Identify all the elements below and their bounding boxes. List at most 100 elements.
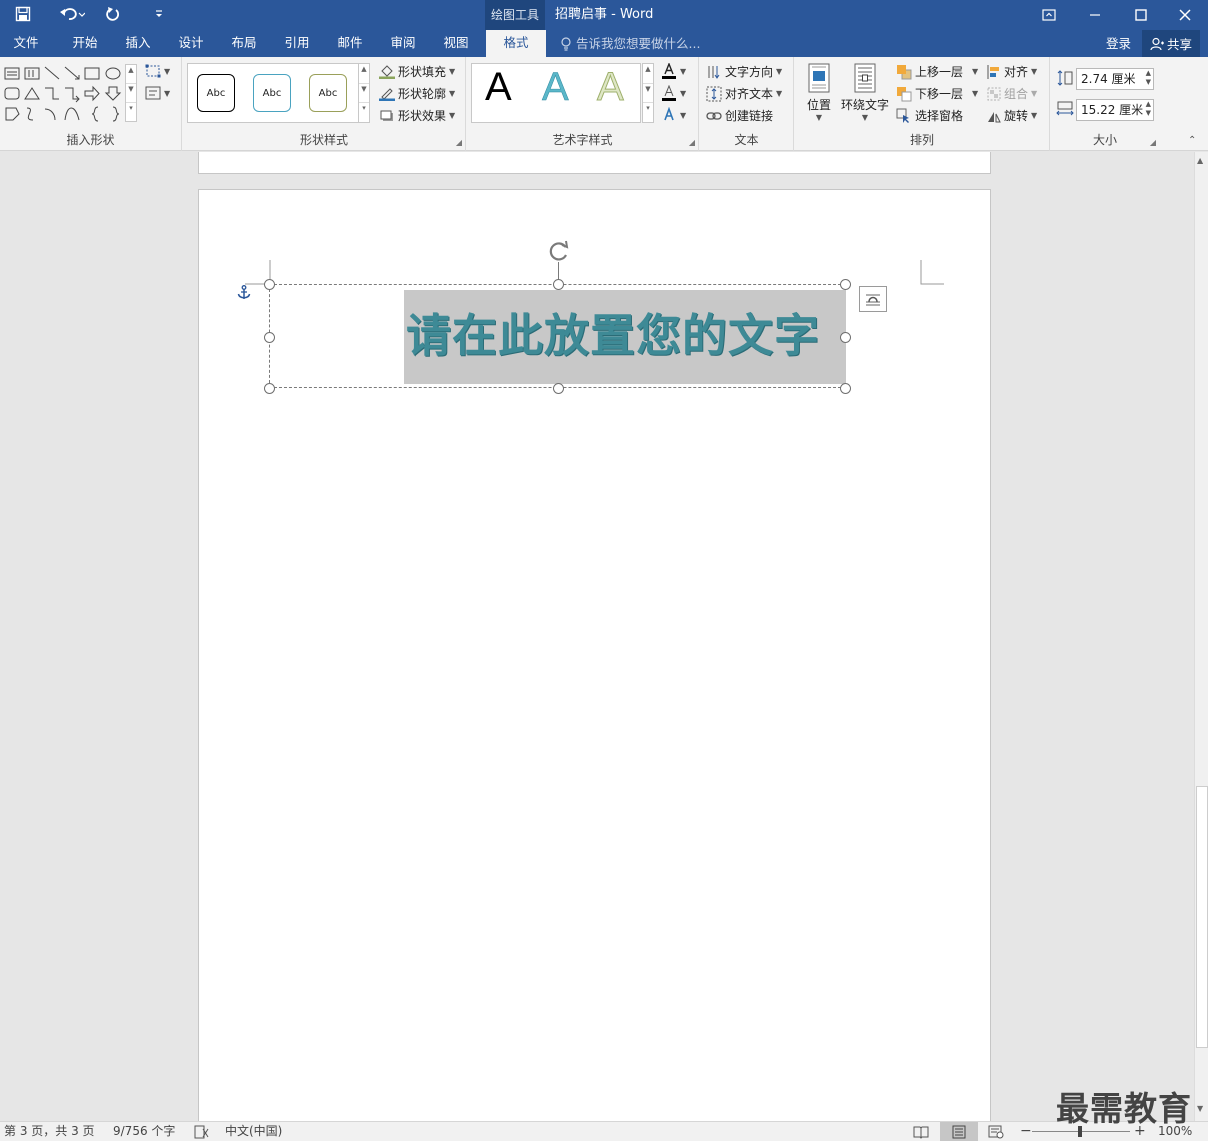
tab-home[interactable]: 开始: [60, 30, 110, 57]
shape-styles-launcher-icon[interactable]: ◢: [456, 138, 462, 147]
text-outline-button[interactable]: ▼: [661, 85, 686, 101]
tab-design[interactable]: 设计: [166, 30, 216, 57]
tab-mailings[interactable]: 邮件: [325, 30, 375, 57]
tab-review[interactable]: 审阅: [378, 30, 428, 57]
shape-effects-button[interactable]: 形状效果 ▼: [379, 107, 455, 124]
collapse-ribbon-icon[interactable]: ⌃: [1188, 135, 1196, 146]
shape-styles-group: Abc Abc Abc ▲ ▼ ▾ 形状填充 ▼ 形状轮廓 ▼ 形状效果 ▼ 形状样式 ◢: [183, 57, 466, 151]
shape-fill-label: 形状填充: [398, 65, 447, 79]
minimize-icon[interactable]: [1072, 0, 1118, 30]
insert-shapes-group: ▲ ▼ ▾ ▼ ▼ 插入形状: [0, 57, 182, 151]
paint-bucket-icon: [379, 65, 395, 79]
scrollbar-thumb[interactable]: [1196, 786, 1208, 1048]
wordart-textbox[interactable]: 请在此放置您的文字: [269, 284, 846, 388]
send-backward-button[interactable]: 下移一层 ▼: [896, 85, 978, 102]
resize-handle-left[interactable]: [264, 332, 275, 343]
rotation-handle-icon[interactable]: [546, 238, 572, 264]
maximize-icon[interactable]: [1118, 0, 1164, 30]
selection-pane-icon: [896, 108, 909, 123]
shape-fill-button[interactable]: 形状填充 ▼: [379, 63, 455, 80]
customize-icon[interactable]: [146, 3, 172, 25]
word-count[interactable]: 9/756 个字: [113, 1122, 175, 1141]
resize-handle-top-right[interactable]: [840, 279, 851, 290]
share-button[interactable]: 共享: [1142, 30, 1200, 57]
tell-me-search[interactable]: 告诉我您想要做什么...: [560, 30, 700, 57]
resize-handle-bottom-left[interactable]: [264, 383, 275, 394]
draw-textbox-button[interactable]: ▼: [145, 86, 170, 100]
align-text-button[interactable]: 对齐文本 ▼: [706, 85, 782, 102]
resize-handle-bottom-right[interactable]: [840, 383, 851, 394]
shape-style-black[interactable]: Abc: [197, 74, 235, 112]
zoom-out-icon[interactable]: −: [1020, 1122, 1032, 1141]
tab-layout[interactable]: 布局: [219, 30, 269, 57]
height-spinner[interactable]: ▲ ▼: [1146, 69, 1151, 87]
web-layout-icon[interactable]: [988, 1125, 1004, 1139]
print-layout-button[interactable]: [940, 1122, 978, 1141]
proofing-icon[interactable]: [193, 1125, 209, 1139]
rotate-button[interactable]: 旋转 ▼: [987, 107, 1037, 124]
shape-style-olive[interactable]: Abc: [309, 74, 347, 112]
scroll-up-icon[interactable]: ▲: [1197, 156, 1203, 165]
shape-style-blue[interactable]: Abc: [253, 74, 291, 112]
layout-options-button[interactable]: [859, 286, 887, 312]
read-mode-icon[interactable]: [913, 1125, 929, 1139]
edit-shape-button[interactable]: ▼: [145, 64, 170, 78]
anchor-icon: [237, 285, 251, 299]
shape-gallery-scroll[interactable]: ▲ ▼ ▾: [125, 64, 137, 122]
text-effects-button[interactable]: ▼: [661, 107, 686, 123]
resize-handle-right[interactable]: [840, 332, 851, 343]
resize-handle-top[interactable]: [553, 279, 564, 290]
tab-view[interactable]: 视图: [431, 30, 481, 57]
text-direction-button[interactable]: 文字方向 ▼: [706, 63, 782, 80]
wrap-text-button[interactable]: 环绕文字 ▼: [839, 63, 891, 122]
text-direction-icon: [708, 65, 720, 79]
tab-file[interactable]: 文件: [0, 30, 52, 57]
create-link-label: 创建链接: [725, 109, 774, 123]
scroll-down-icon[interactable]: ▼: [1197, 1104, 1203, 1113]
bring-forward-button[interactable]: 上移一层 ▼: [896, 63, 978, 80]
selection-pane-button[interactable]: 选择窗格: [896, 107, 963, 124]
wordart-style-blue[interactable]: A: [542, 63, 569, 111]
shape-gallery[interactable]: [3, 64, 125, 124]
group-objects-icon: [987, 87, 1001, 100]
share-label: 共享: [1166, 37, 1192, 52]
align-text-label: 对齐文本: [725, 87, 774, 101]
vertical-scrollbar[interactable]: ▲ ▼: [1194, 152, 1208, 1121]
resize-handle-bottom[interactable]: [553, 383, 564, 394]
ribbon-display-options-icon[interactable]: [1026, 0, 1072, 30]
save-icon[interactable]: [10, 3, 36, 25]
align-objects-button[interactable]: 对齐 ▼: [987, 63, 1037, 80]
shape-outline-button[interactable]: 形状轮廓 ▼: [379, 85, 455, 102]
textbox-content[interactable]: 请在此放置您的文字: [406, 299, 846, 373]
selection-pane-label: 选择窗格: [915, 109, 964, 123]
text-group: 文字方向 ▼ 对齐文本 ▼ 创建链接 文本: [700, 57, 794, 151]
wordart-styles-label: 艺术字样式: [552, 133, 613, 147]
language-indicator[interactable]: 中文(中国): [225, 1122, 282, 1141]
shape-style-scroll[interactable]: ▲ ▼ ▾: [358, 63, 370, 123]
tab-format[interactable]: 格式: [486, 30, 546, 57]
wordart-scroll[interactable]: ▲ ▼ ▾: [642, 63, 654, 123]
login-link[interactable]: 登录: [1106, 30, 1131, 57]
wordart-style-black[interactable]: A: [485, 63, 512, 111]
wordart-launcher-icon[interactable]: ◢: [689, 138, 695, 147]
shape-height-input[interactable]: 2.74 厘米 ▲ ▼: [1076, 68, 1154, 90]
resize-handle-top-left[interactable]: [264, 279, 275, 290]
wordart-style-outline[interactable]: A: [597, 63, 625, 111]
page-count[interactable]: 第 3 页，共 3 页: [4, 1122, 95, 1141]
text-fill-button[interactable]: ▼: [661, 63, 686, 79]
shape-width-input[interactable]: 15.22 厘米 ▲ ▼: [1076, 99, 1154, 121]
width-spinner[interactable]: ▲ ▼: [1146, 100, 1151, 118]
size-launcher-icon[interactable]: ◢: [1150, 138, 1156, 147]
redo-icon[interactable]: [100, 3, 126, 25]
send-backward-icon: [897, 86, 912, 101]
tab-references[interactable]: 引用: [272, 30, 322, 57]
current-page[interactable]: 请在此放置您的文字: [198, 189, 991, 1121]
size-label: 大小: [1092, 133, 1117, 147]
create-link-button[interactable]: 创建链接: [706, 107, 773, 124]
group-objects-button[interactable]: 组合 ▼: [987, 85, 1037, 102]
position-button[interactable]: 位置 ▼: [803, 63, 835, 122]
shape-outline-label: 形状轮廓: [398, 87, 447, 101]
tab-insert[interactable]: 插入: [113, 30, 163, 57]
close-icon[interactable]: [1162, 0, 1208, 30]
undo-icon[interactable]: [54, 3, 90, 25]
